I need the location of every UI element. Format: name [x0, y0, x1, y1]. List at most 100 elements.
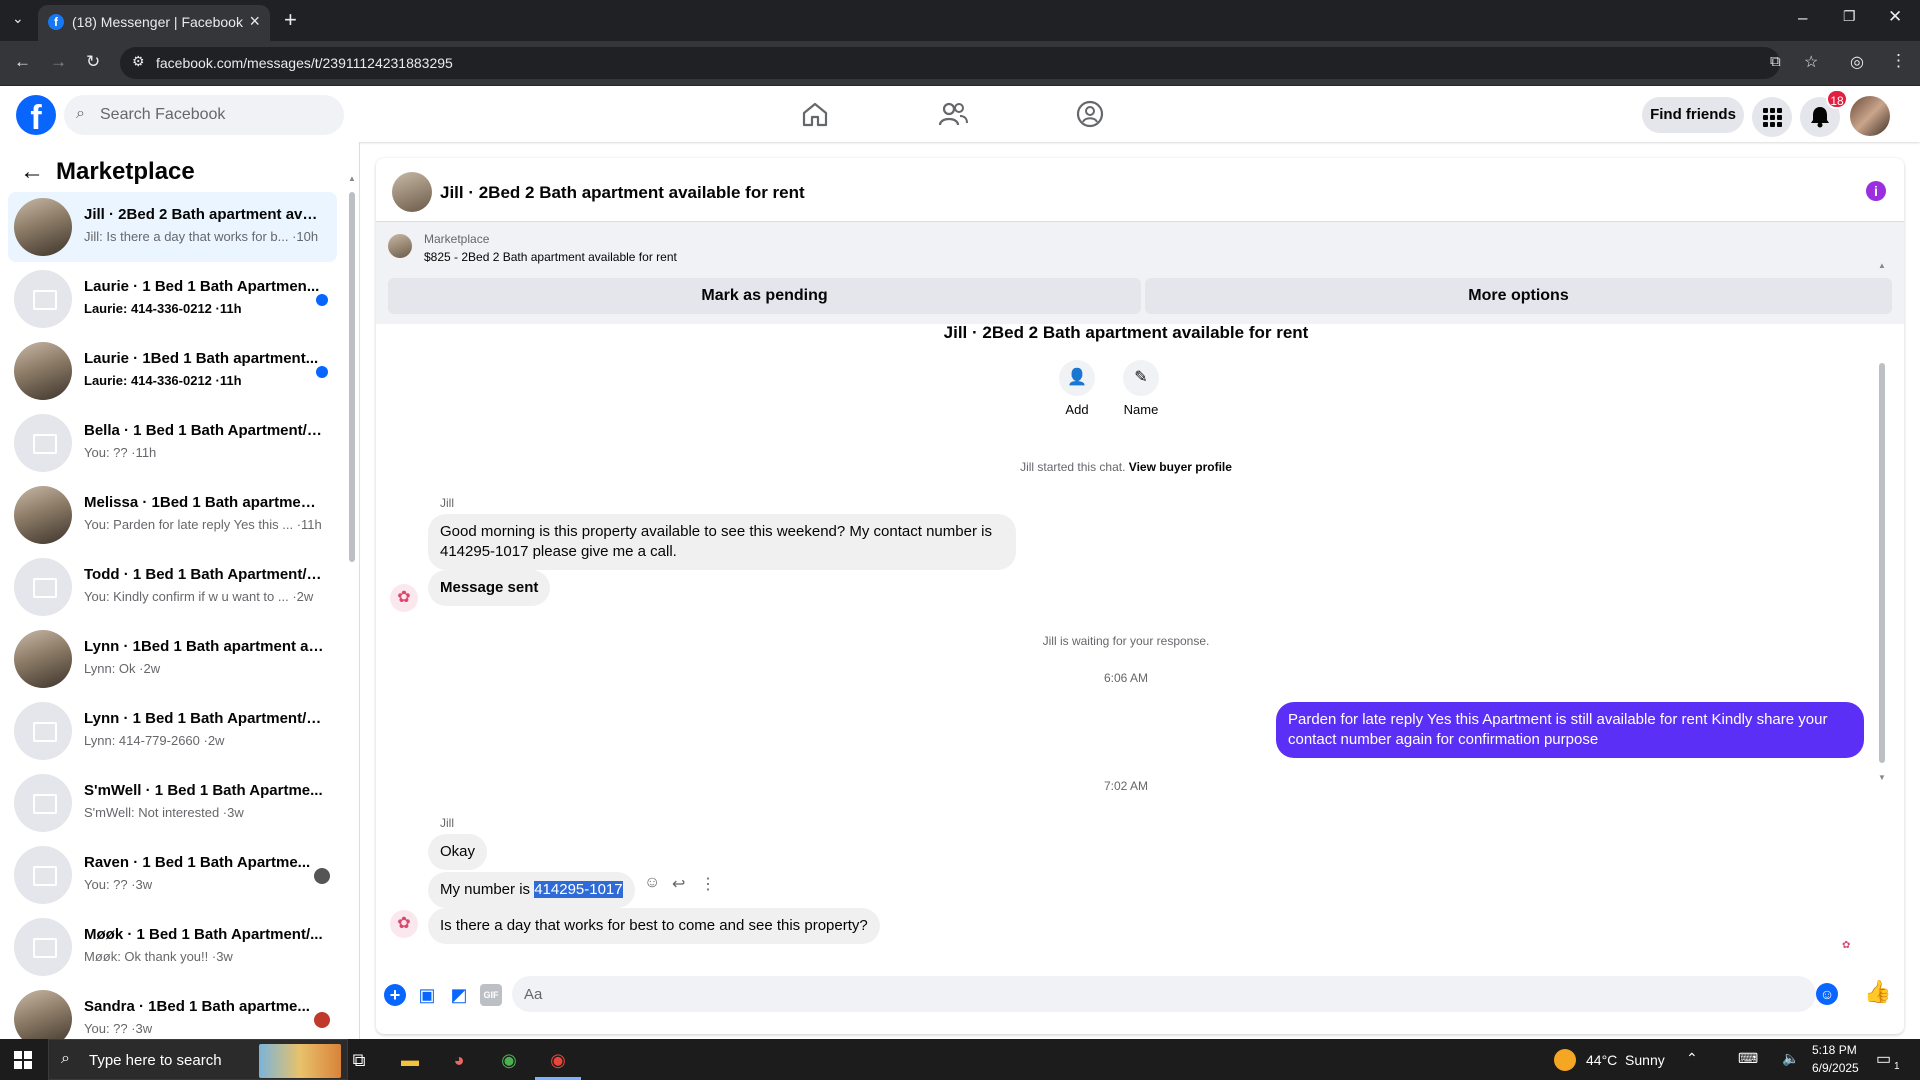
- message-bubble[interactable]: My number is 414295-1017: [428, 872, 635, 908]
- view-buyer-profile-link[interactable]: View buyer profile: [1129, 460, 1232, 474]
- jill-avatar[interactable]: ✿: [390, 584, 418, 612]
- notification-badge: 18: [1826, 89, 1848, 109]
- sidebar-scrollbar[interactable]: ▲ ▼: [348, 174, 356, 1046]
- new-tab-icon[interactable]: +: [284, 7, 297, 33]
- network-icon[interactable]: ⌨: [1738, 1050, 1758, 1067]
- browser-tab[interactable]: f (18) Messenger | Facebook ×: [38, 5, 270, 41]
- conversation-item[interactable]: Laurie · 1Bed 1 Bath apartment... Laurie:…: [8, 336, 337, 406]
- conversation-item[interactable]: Todd · 1 Bed 1 Bath Apartment/c... You: K…: [8, 552, 337, 622]
- windows-start-icon[interactable]: [14, 1051, 32, 1069]
- search-facebook-input[interactable]: ⌕ Search Facebook: [64, 95, 344, 135]
- chat-title[interactable]: Jill · 2Bed 2 Bath apartment available f…: [440, 183, 805, 203]
- volume-icon[interactable]: 🔈: [1782, 1050, 1799, 1067]
- conversation-item[interactable]: Bella · 1 Bed 1 Bath Apartment/c... You: …: [8, 408, 337, 478]
- search-highlight-image: [259, 1044, 341, 1078]
- weather-sun-icon[interactable]: [1554, 1049, 1576, 1071]
- weather-text[interactable]: 44°C Sunny: [1586, 1052, 1665, 1068]
- gif-icon[interactable]: GIF: [480, 984, 502, 1006]
- conversation-name: Jill · 2Bed 2 Bath apartment avai...: [84, 206, 324, 223]
- chrome-menu-icon[interactable]: ⋮: [1890, 51, 1907, 71]
- more-options-button[interactable]: More options: [1145, 278, 1892, 314]
- conversation-item[interactable]: S'mWell · 1 Bed 1 Bath Apartme... S'mWell…: [8, 768, 337, 838]
- back-arrow-icon[interactable]: ←: [20, 158, 44, 186]
- install-app-icon[interactable]: ⧉: [1770, 53, 1781, 70]
- tab-title: (18) Messenger | Facebook: [72, 14, 243, 30]
- thumbs-up-icon[interactable]: 👍: [1864, 981, 1891, 1003]
- plus-circle-icon[interactable]: +: [384, 984, 406, 1006]
- sidebar-scroll-thumb[interactable]: [349, 192, 355, 562]
- info-icon[interactable]: i: [1866, 181, 1886, 201]
- tab-search-icon[interactable]: ⌄: [12, 10, 24, 27]
- find-friends-button[interactable]: Find friends: [1642, 97, 1744, 133]
- react-emoji-icon[interactable]: ☺: [644, 874, 660, 892]
- conversation-name: Sandra · 1Bed 1 Bath apartme...: [84, 998, 310, 1015]
- friends-icon[interactable]: [938, 100, 968, 128]
- chat-scrollbar[interactable]: ▲ ▼: [1878, 261, 1886, 782]
- conversation-item[interactable]: Raven · 1 Bed 1 Bath Apartme... You: ?? ·…: [8, 840, 337, 910]
- file-explorer-icon[interactable]: ▬: [395, 1045, 425, 1075]
- reply-icon[interactable]: ↩: [672, 874, 685, 894]
- mark-as-pending-button[interactable]: Mark as pending: [388, 278, 1141, 314]
- back-icon[interactable]: ←: [14, 52, 31, 72]
- site-info-icon[interactable]: ⚙: [132, 53, 145, 70]
- action-center-icon[interactable]: ▭: [1876, 1049, 1891, 1069]
- scroll-down-icon[interactable]: ▼: [1878, 773, 1886, 782]
- close-tab-icon[interactable]: ×: [249, 11, 260, 32]
- chat-scroll-thumb[interactable]: [1879, 363, 1885, 763]
- conversation-name: Laurie · 1Bed 1 Bath apartment...: [84, 350, 319, 367]
- task-view-icon[interactable]: ⧉: [344, 1045, 374, 1075]
- close-window-icon[interactable]: ✕: [1888, 7, 1902, 27]
- scroll-up-icon[interactable]: ▲: [1878, 261, 1886, 270]
- groups-icon[interactable]: [1075, 100, 1105, 128]
- menu-button[interactable]: [1752, 97, 1792, 137]
- jill-avatar[interactable]: ✿: [390, 910, 418, 938]
- timestamp: 7:02 AM: [1103, 779, 1149, 793]
- conversation-avatar: [14, 270, 72, 328]
- listing-title[interactable]: $825 - 2Bed 2 Bath apartment available f…: [424, 250, 677, 264]
- conversation-name: Lynn · 1Bed 1 Bath apartment av...: [84, 638, 324, 655]
- name-button[interactable]: ✎ Name: [1116, 360, 1166, 417]
- conversation-item[interactable]: Lynn · 1 Bed 1 Bath Apartment/c... Lynn: …: [8, 696, 337, 766]
- account-avatar[interactable]: [1850, 96, 1890, 136]
- conversation-item[interactable]: Melissa · 1Bed 1 Bath apartment ... You: …: [8, 480, 337, 550]
- reload-icon[interactable]: ↻: [86, 52, 100, 72]
- message-bubble[interactable]: Message sent: [428, 570, 551, 606]
- message-bubble[interactable]: Okay: [428, 834, 488, 870]
- emoji-icon[interactable]: ☺: [1816, 983, 1838, 1005]
- home-icon[interactable]: [800, 100, 830, 128]
- sender-name: Jill: [440, 816, 454, 830]
- facebook-logo-icon[interactable]: f: [16, 95, 56, 135]
- bookmark-star-icon[interactable]: ☆: [1804, 52, 1818, 72]
- tray-chevron-icon[interactable]: ⌃: [1686, 1050, 1698, 1067]
- taskbar-search[interactable]: ⌕ Type here to search: [48, 1039, 348, 1080]
- conversation-item[interactable]: Laurie · 1 Bed 1 Bath Apartmen... Laurie:…: [8, 264, 337, 334]
- clock-time[interactable]: 5:18 PM: [1812, 1043, 1857, 1057]
- conversation-item[interactable]: Lynn · 1Bed 1 Bath apartment av... Lynn: …: [8, 624, 337, 694]
- scroll-up-icon[interactable]: ▲: [348, 174, 356, 183]
- profile-icon[interactable]: ◎: [1850, 52, 1864, 72]
- my-message-bubble[interactable]: Parden for late reply Yes this Apartment…: [1276, 702, 1864, 758]
- message-input[interactable]: Aa: [512, 976, 1816, 1012]
- clock-date[interactable]: 6/9/2025: [1812, 1061, 1859, 1075]
- chat-avatar[interactable]: [392, 172, 432, 212]
- add-button[interactable]: 👤 Add: [1052, 360, 1102, 417]
- minimize-icon[interactable]: –: [1798, 8, 1807, 28]
- chrome-profile-icon[interactable]: ◉: [543, 1045, 573, 1075]
- conversation-preview: You: ?? ·3w: [84, 1021, 153, 1036]
- seen-avatar: [314, 868, 330, 884]
- forward-icon[interactable]: →: [50, 52, 67, 72]
- more-actions-icon[interactable]: ⋮: [700, 874, 716, 894]
- photo-icon[interactable]: ▣: [416, 984, 438, 1006]
- marketplace-bar: Marketplace $825 - 2Bed 2 Bath apartment…: [376, 222, 1904, 324]
- message-bubble[interactable]: Good morning is this property available …: [428, 514, 1016, 570]
- chrome-icon[interactable]: ◉: [494, 1045, 524, 1075]
- sticker-icon[interactable]: ◩: [448, 984, 470, 1006]
- app-icon[interactable]: ◕: [444, 1045, 474, 1075]
- conversation-item[interactable]: Møøk · 1 Bed 1 Bath Apartment/... Møøk: O…: [8, 912, 337, 982]
- omnibox[interactable]: ⚙ facebook.com/messages/t/23911124231883…: [120, 47, 1818, 79]
- message-bubble[interactable]: Is there a day that works for best to co…: [428, 908, 880, 944]
- conversation-item[interactable]: Jill · 2Bed 2 Bath apartment avai... Jill…: [8, 192, 337, 262]
- listing-thumbnail[interactable]: [388, 234, 412, 258]
- selected-phone-number[interactable]: 414295-1017: [534, 881, 623, 898]
- restore-icon[interactable]: ❐: [1843, 8, 1856, 25]
